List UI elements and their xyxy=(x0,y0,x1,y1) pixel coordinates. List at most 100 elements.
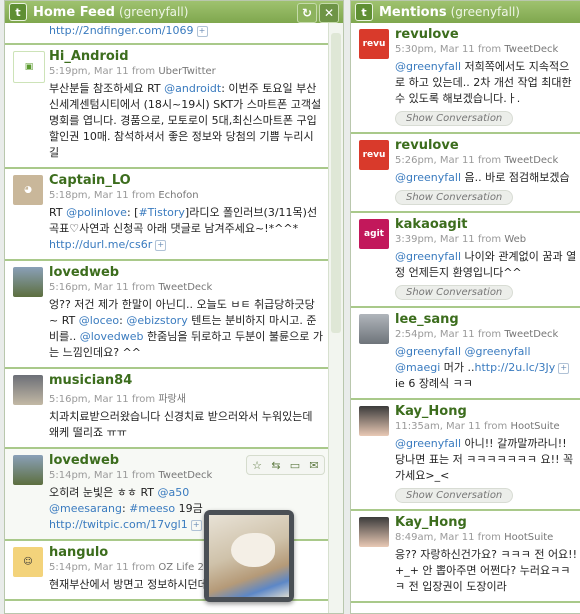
tweet-text: @greenyfall 음.. 바로 점검해보겠습 xyxy=(395,171,570,184)
mention-link[interactable]: @maegi xyxy=(395,361,440,374)
avatar[interactable]: ◕ xyxy=(13,175,43,205)
tweet-link[interactable]: http://twitpic.com/17vgl1 xyxy=(49,518,188,531)
tweet-username[interactable]: kakaoagit xyxy=(395,217,579,233)
mention-tweet: agit kakaoagit 3:39pm, Mar 11 from Web @… xyxy=(351,213,580,308)
preview-image xyxy=(209,515,289,597)
tweet-meta: 5:30pm, Mar 11 from TweetDeck xyxy=(395,44,559,55)
mention-link[interactable]: @greenyfall xyxy=(395,171,461,184)
tweet: musician84 5:16pm, Mar 11 from 파랑새 치과치료받… xyxy=(5,369,329,449)
column-account: (greenyfall) xyxy=(450,5,520,19)
hashtag-link[interactable]: #meeso xyxy=(129,502,175,515)
image-preview-popup[interactable] xyxy=(204,510,294,602)
plus-icon[interactable]: + xyxy=(190,519,202,531)
avatar[interactable]: revu xyxy=(359,29,389,59)
tweet-meta: 5:26pm, Mar 11 from TweetDeck xyxy=(395,155,559,166)
avatar[interactable] xyxy=(359,406,389,436)
mention-link[interactable]: @meesarang xyxy=(49,502,122,515)
tweet-username[interactable]: lovedweb xyxy=(49,265,323,281)
tweet-text: @greenyfall @greenyfall @maegi 머가 ..http… xyxy=(395,344,579,392)
show-conversation-button[interactable]: Show Conversation xyxy=(395,488,514,503)
column-title: Home Feed xyxy=(33,4,115,20)
tweet-link[interactable]: http://2ndfinger.com/1069 xyxy=(49,24,194,37)
mention-link[interactable]: @loceo xyxy=(79,314,119,327)
tweet-username[interactable]: revulove xyxy=(395,138,579,154)
tweet-username[interactable]: Kay_Hong xyxy=(395,515,579,531)
mention-tweet: lee_sang 2:54pm, Mar 11 from TweetDeck @… xyxy=(351,308,580,400)
cat-photo xyxy=(231,533,275,567)
tweet-text: RT @polinlove: [#Tistory]라디오 폴인러브(3/11목)… xyxy=(49,206,318,251)
tweet-link[interactable]: http://durl.me/cs6r xyxy=(49,238,152,251)
direct-message-icon[interactable]: ✉ xyxy=(306,458,322,472)
tweet-username[interactable]: revulove xyxy=(395,27,579,43)
tweet-text: 응?? 자랑하신건가요? ㅋㅋㅋ 전 어요!! +_+ 안 뽑아주면 어쩐다? … xyxy=(395,548,577,593)
mention-list: revu revulove 5:30pm, Mar 11 from TweetD… xyxy=(351,23,580,613)
show-conversation-button[interactable]: Show Conversation xyxy=(395,190,514,205)
avatar[interactable] xyxy=(13,455,43,485)
mention-link[interactable]: @greenyfall xyxy=(395,250,461,263)
refresh-icon[interactable]: ↻ xyxy=(297,3,317,23)
star-icon[interactable]: ☆ xyxy=(249,458,265,472)
avatar[interactable] xyxy=(359,517,389,547)
tweet-text: @greenyfall 저희쪽에서도 지속적으로 하고 있는데.. 2차 개선 … xyxy=(395,60,572,105)
twitter-icon: t xyxy=(355,3,373,21)
mention-tweet: revu revulove 5:26pm, Mar 11 from TweetD… xyxy=(351,134,580,213)
tweet-meta: 5:16pm, Mar 11 from 파랑새 xyxy=(49,394,186,405)
reply-icon[interactable]: ▭ xyxy=(287,458,303,472)
mention-link[interactable]: @androidt xyxy=(164,82,221,95)
tweet-meta: 8:49am, Mar 11 from HootSuite xyxy=(395,532,554,543)
tweet-meta: 3:39pm, Mar 11 from Web xyxy=(395,234,527,245)
column-title: Mentions xyxy=(379,4,447,20)
tweet-tail: http://2ndfinger.com/1069 + xyxy=(5,23,329,45)
tweet-link[interactable]: http://2u.lc/3Jy xyxy=(475,361,556,374)
mentions-column: t Mentions (greenyfall) revu revulove 5:… xyxy=(350,0,580,614)
tweet: ▣ Hi_Android 5:19pm, Mar 11 from UberTwi… xyxy=(5,45,329,169)
tweet-text: @greenyfall 아니!! 갈까말까라니!! 당나면 표는 저 ㅋㅋㅋㅋㅋ… xyxy=(395,437,574,482)
mention-link[interactable]: @greenyfall xyxy=(465,345,531,358)
tweet: ◕ Captain_LO 5:18pm, Mar 11 from Echofon… xyxy=(5,169,329,261)
avatar[interactable] xyxy=(359,314,389,344)
tweet-meta: 11:35am, Mar 11 from HootSuite xyxy=(395,421,560,432)
mention-link[interactable]: @lovedweb xyxy=(80,330,144,343)
plus-icon[interactable]: + xyxy=(558,362,570,374)
mention-link[interactable]: @greenyfall xyxy=(395,437,461,450)
column-header: t Home Feed (greenyfall) ↻ ✕ xyxy=(5,1,343,23)
tweet-text: @greenyfall 나이와 관계없이 꿈과 열정 언제든지 환영입니다^^ xyxy=(395,250,577,279)
avatar[interactable]: revu xyxy=(359,140,389,170)
hashtag-link[interactable]: #Tistory xyxy=(138,206,184,219)
tweet-username[interactable]: Hi_Android xyxy=(49,49,323,65)
mention-link[interactable]: @greenyfall xyxy=(395,345,461,358)
plus-icon[interactable]: + xyxy=(155,239,167,251)
tweet-username[interactable]: Kay_Hong xyxy=(395,404,579,420)
tweet-actions: ☆ ⇆ ▭ ✉ xyxy=(246,455,325,475)
tweet: lovedweb 5:16pm, Mar 11 from TweetDeck 엉… xyxy=(5,261,329,369)
plus-icon[interactable]: + xyxy=(196,25,208,37)
column-header: t Mentions (greenyfall) xyxy=(351,1,580,23)
tweet-username[interactable]: musician84 xyxy=(49,373,323,389)
retweet-icon[interactable]: ⇆ xyxy=(268,458,284,472)
show-conversation-button[interactable]: Show Conversation xyxy=(395,285,514,300)
mention-link[interactable]: @ebizstory xyxy=(126,314,187,327)
tweet-meta: 5:16pm, Mar 11 from TweetDeck xyxy=(49,282,213,293)
avatar[interactable]: ☺ xyxy=(13,547,43,577)
scrollbar-thumb[interactable] xyxy=(331,33,341,333)
tweet-text: 치과치료받으러왔습니다 신경치료 받으러와서 누워있는데 왜케 떨리죠 ㅠㅠ xyxy=(49,410,313,439)
column-account: (greenyfall) xyxy=(119,5,189,19)
tweet-text: 엉?? 저건 제가 한말이 아닌디.. 오늘도 ㅂㅌ 취급당하긋당~ RT @l… xyxy=(49,298,323,359)
avatar[interactable] xyxy=(13,375,43,405)
avatar[interactable]: agit xyxy=(359,219,389,249)
mention-link[interactable]: @greenyfall xyxy=(395,60,461,73)
close-icon[interactable]: ✕ xyxy=(319,3,339,23)
avatar[interactable]: ▣ xyxy=(13,51,45,83)
mention-tweet: Kay_Hong 8:49am, Mar 11 from HootSuite 응… xyxy=(351,511,580,603)
mention-tweet: Kay_Hong 11:35am, Mar 11 from HootSuite … xyxy=(351,400,580,511)
mention-link[interactable]: @a50 xyxy=(158,486,190,499)
show-conversation-button[interactable]: Show Conversation xyxy=(395,111,514,126)
tweet-meta: 2:54pm, Mar 11 from TweetDeck xyxy=(395,329,559,340)
scrollbar[interactable] xyxy=(328,23,343,613)
avatar[interactable] xyxy=(13,267,43,297)
tweet-username[interactable]: Captain_LO xyxy=(49,173,323,189)
tweet-text: 부산분들 참조하세요 RT @androidt: 이번주 토요일 부산신세계센텀… xyxy=(49,82,322,159)
tweet-username[interactable]: lee_sang xyxy=(395,312,579,328)
tweet-meta: 5:19pm, Mar 11 from UberTwitter xyxy=(49,66,216,77)
mention-link[interactable]: @polinlove xyxy=(66,206,127,219)
